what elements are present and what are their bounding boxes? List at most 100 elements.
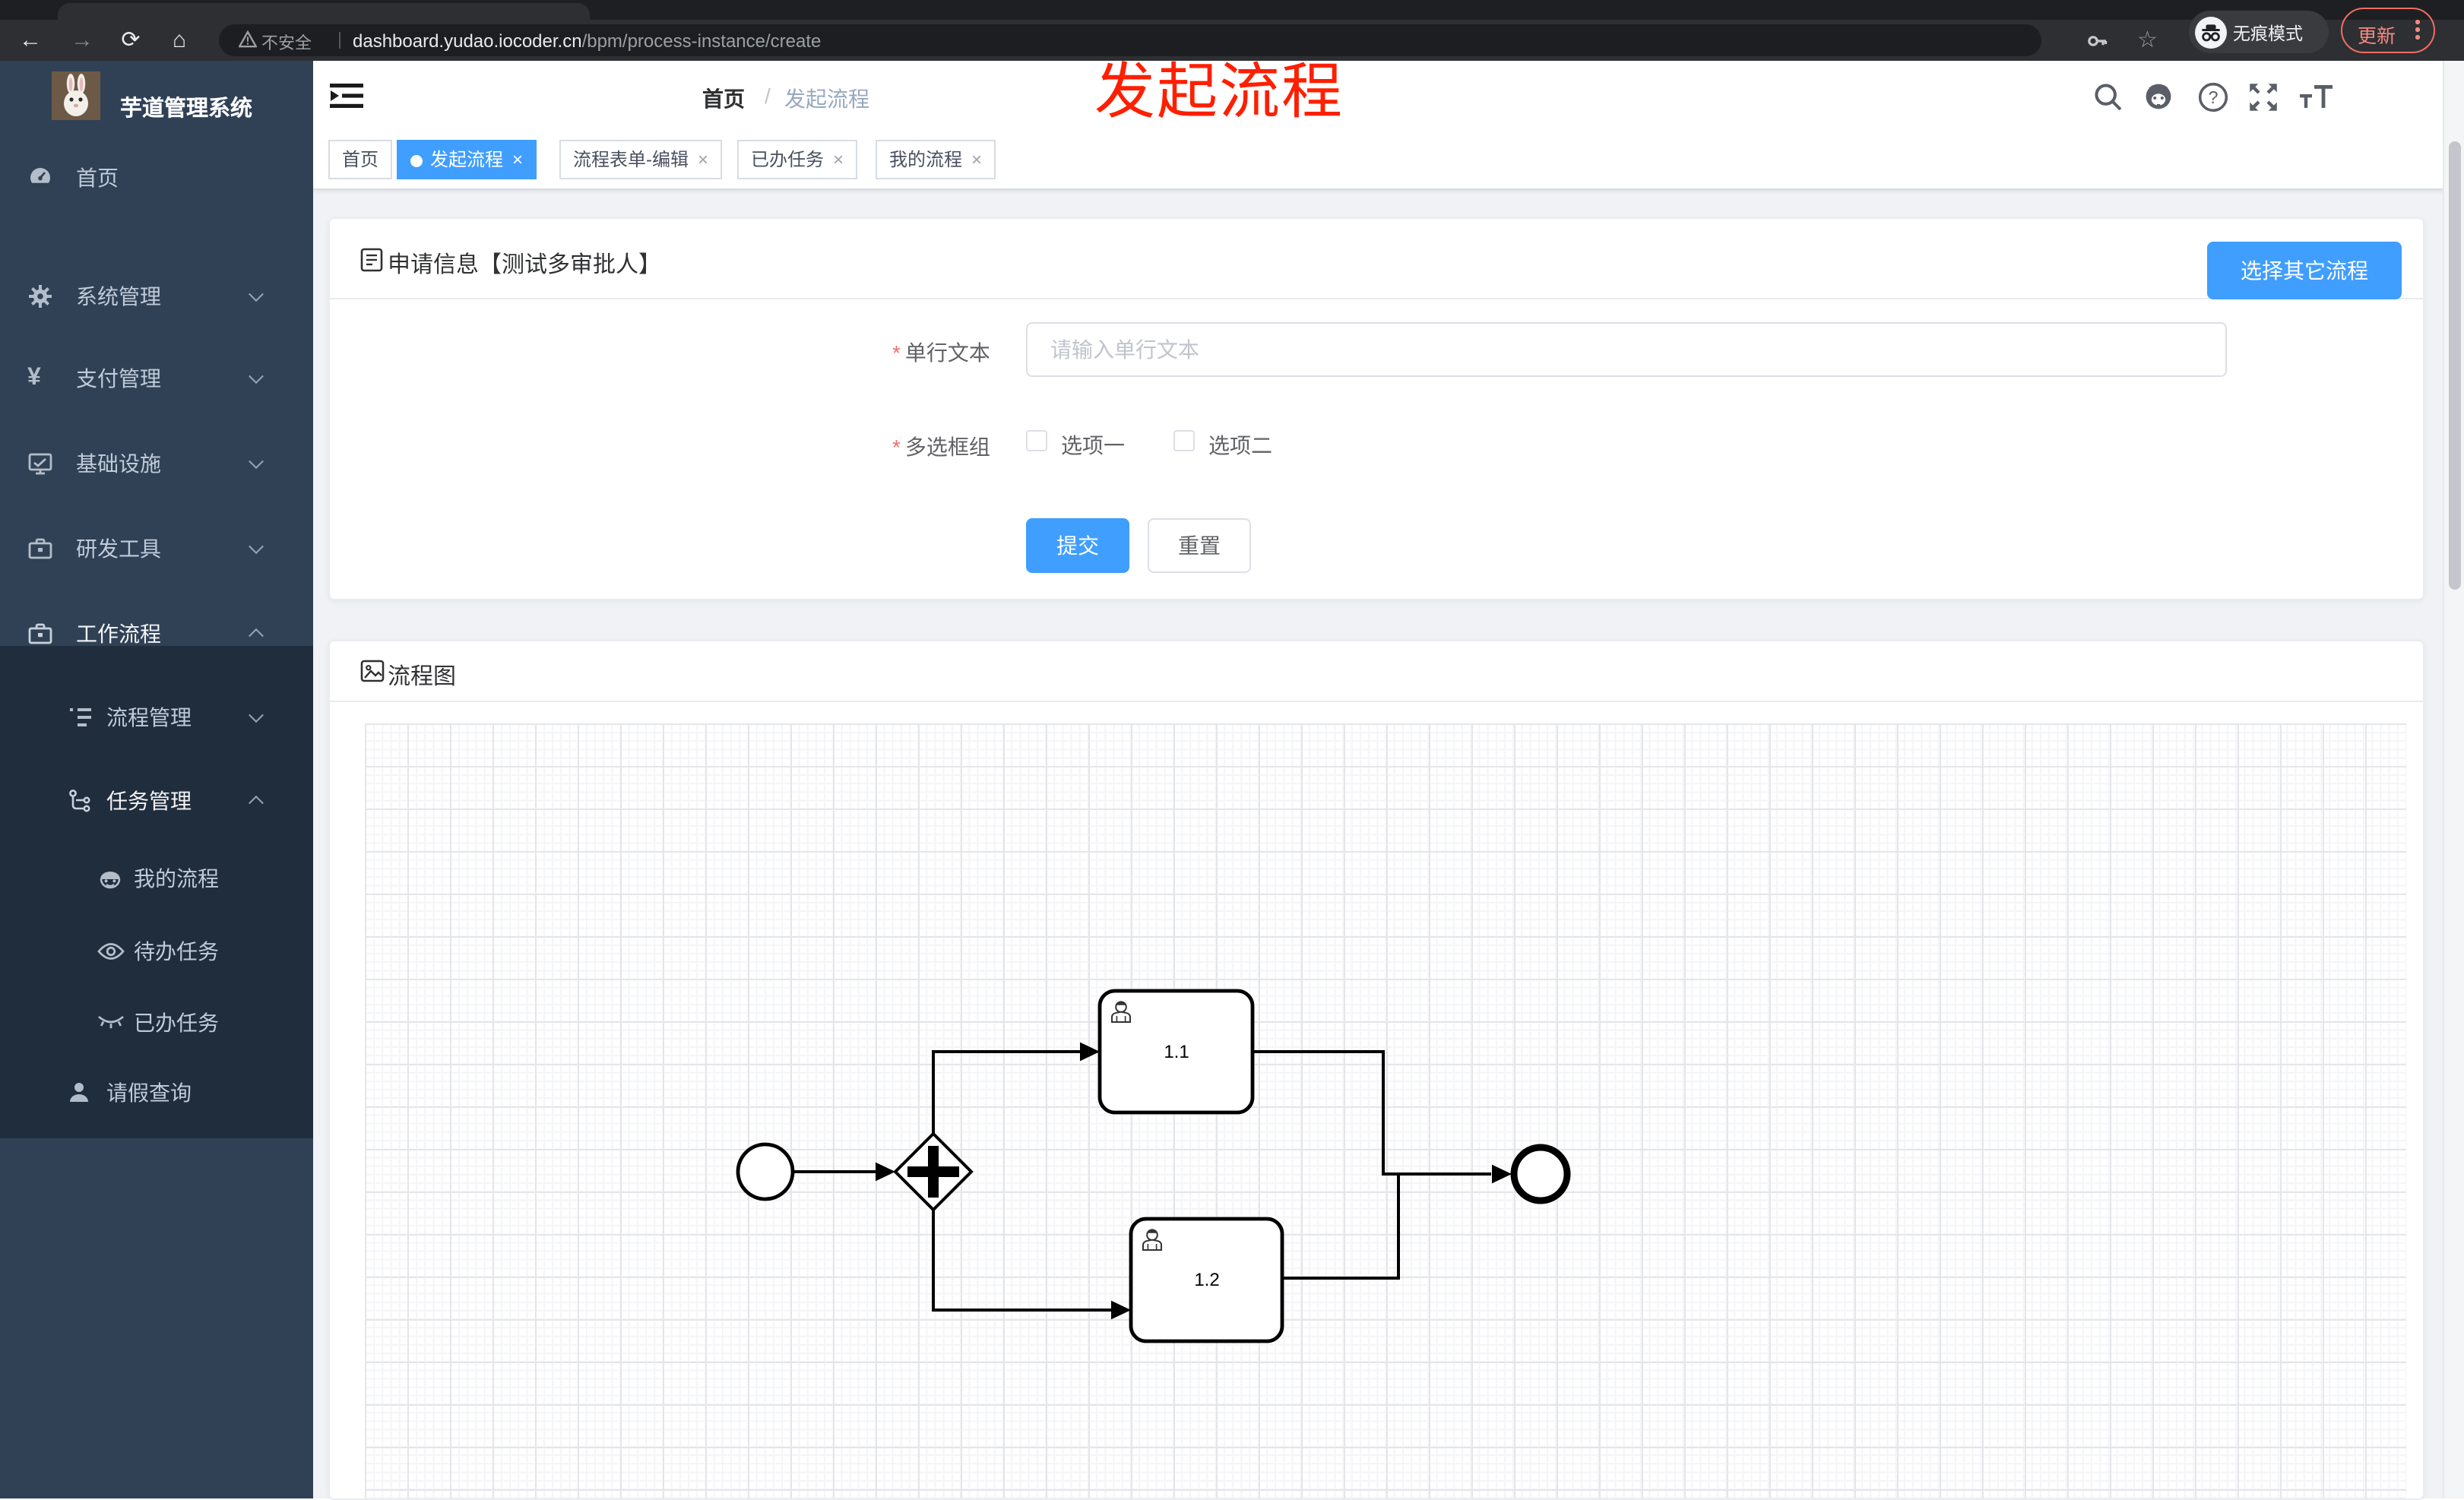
tag-done-tasks[interactable]: 已办任务 × <box>737 140 858 179</box>
search-icon[interactable] <box>2092 82 2125 112</box>
sidebar-item-payment[interactable]: ¥ 支付管理 <box>0 348 313 409</box>
chevron-down-icon <box>249 707 264 723</box>
browser-back-button[interactable]: ← <box>12 20 49 61</box>
tag-my-process[interactable]: 我的流程 × <box>876 140 996 179</box>
screen: ← → ⟳ ⌂ 不安全 dashboard.yudao.iocoder.cn/b… <box>0 0 2464 1500</box>
url-host: dashboard.yudao.iocoder.cn <box>353 30 582 52</box>
flow-diagram-card: 流程图 1.1 1.2 <box>328 640 2424 1500</box>
checkbox-option-2[interactable] <box>1173 430 1195 451</box>
breadcrumb-home[interactable]: 首页 <box>702 84 745 114</box>
submit-button[interactable]: 提交 <box>1026 518 1129 573</box>
bpmn-parallel-gateway[interactable] <box>893 1131 974 1212</box>
update-label: 更新 <box>2358 26 2396 47</box>
incognito-label: 无痕模式 <box>2233 26 2303 44</box>
bookmark-star-icon[interactable]: ☆ <box>2137 26 2158 53</box>
font-size-icon[interactable] <box>2300 82 2333 112</box>
flow-nodes-icon <box>69 790 90 812</box>
bpmn-user-task-1-1[interactable]: 1.1 <box>1097 989 1255 1115</box>
sidebar-item-home[interactable]: 首页 <box>0 147 313 208</box>
tag-form-edit[interactable]: 流程表单-编辑 × <box>559 140 723 179</box>
tag-home[interactable]: 首页 <box>328 140 393 179</box>
chevron-down-icon <box>249 369 264 384</box>
chevron-down-icon <box>249 286 264 302</box>
single-line-text-input[interactable] <box>1026 322 2227 377</box>
breadcrumb-separator: / <box>765 84 771 108</box>
checkbox-option-2-label[interactable]: 选项二 <box>1208 430 1272 460</box>
url-separator <box>339 32 340 49</box>
apply-info-card: 申请信息【测试多审批人】 选择其它流程 *单行文本 *多选框组 选项一 选项二 … <box>328 217 2424 600</box>
bpmn-end-event[interactable] <box>1510 1144 1571 1204</box>
flow-card-title: 流程图 <box>388 664 457 690</box>
checkbox-option-1-label[interactable]: 选项一 <box>1061 430 1125 460</box>
not-secure-label: 不安全 <box>261 35 312 53</box>
incognito-icon <box>2195 16 2227 48</box>
apply-info-card-header: 申请信息【测试多审批人】 选择其它流程 <box>330 219 2423 299</box>
app-logo <box>52 71 100 120</box>
bpmn-user-task-1-2[interactable]: 1.2 <box>1129 1217 1284 1343</box>
sidebar: 芋道管理系统 首页 系统管理 ¥ 支付管理 基础设施 研发工具 工作流程 流程管… <box>0 61 313 1498</box>
dashboard-icon <box>30 168 50 183</box>
github-icon[interactable] <box>2142 81 2175 111</box>
browser-update-button[interactable]: 更新 <box>2341 8 2435 53</box>
tag-start-process[interactable]: 发起流程 × <box>397 140 537 179</box>
list-tree-icon <box>70 708 91 726</box>
url-path: /bpm/process-instance/create <box>581 30 822 52</box>
flow-card-header: 流程图 <box>330 641 2423 702</box>
scrollbar-thumb[interactable] <box>2448 141 2460 590</box>
incognito-badge: 无痕模式 <box>2189 11 2329 53</box>
picture-icon <box>360 660 385 682</box>
toolbox-icon <box>28 538 52 559</box>
sidebar-item-todo-tasks[interactable]: 待办任务 <box>0 921 313 982</box>
browser-reload-button[interactable]: ⟳ <box>112 20 149 61</box>
close-icon[interactable]: × <box>512 150 523 169</box>
sidebar-item-workflow[interactable]: 工作流程 <box>0 603 313 664</box>
face-icon <box>100 872 121 889</box>
gear-icon <box>29 285 52 308</box>
sidebar-item-infrastructure[interactable]: 基础设施 <box>0 433 313 494</box>
sidebar-item-leave-query[interactable]: 请假查询 <box>0 1062 313 1123</box>
sidebar-item-my-process[interactable]: 我的流程 <box>0 848 313 909</box>
sidebar-item-system[interactable]: 系统管理 <box>0 266 313 327</box>
field-label-checkbox-group: * 多选框组 <box>892 435 990 459</box>
browser-tab[interactable] <box>58 3 590 21</box>
bpmn-start-event[interactable] <box>736 1142 795 1201</box>
monitor-icon <box>28 453 52 475</box>
sidebar-item-process-management[interactable]: 流程管理 <box>0 687 313 748</box>
checkbox-option-1[interactable] <box>1026 430 1047 451</box>
page-scrollbar[interactable] <box>2443 61 2464 1498</box>
yen-icon: ¥ <box>27 365 41 391</box>
browser-home-button[interactable]: ⌂ <box>161 20 198 61</box>
app-logo-row[interactable]: 芋道管理系统 <box>0 61 313 146</box>
chevron-down-icon <box>249 454 264 470</box>
eye-closed-icon <box>98 1015 124 1029</box>
svg-text:?: ? <box>2209 87 2219 107</box>
chevron-up-icon <box>249 795 264 811</box>
user-icon <box>70 1083 88 1102</box>
key-icon[interactable] <box>2087 30 2108 52</box>
annotation-title: 发起流程 <box>1094 59 1344 126</box>
sidebar-item-dev-tools[interactable]: 研发工具 <box>0 518 313 579</box>
svg-text:1.2: 1.2 <box>1194 1270 1219 1290</box>
tags-view-bar: 首页 发起流程 × 流程表单-编辑 × 已办任务 × 我的流程 × <box>313 129 2464 190</box>
choose-other-process-button[interactable]: 选择其它流程 <box>2207 242 2402 299</box>
browser-forward-button[interactable]: → <box>64 20 100 61</box>
sidebar-item-done-tasks[interactable]: 已办任务 <box>0 992 313 1053</box>
bpmn-canvas[interactable]: 1.1 1.2 <box>365 723 2406 1498</box>
svg-text:1.1: 1.1 <box>1164 1042 1189 1062</box>
close-icon[interactable]: × <box>971 150 982 169</box>
document-icon <box>360 248 383 272</box>
browser-menu-icon[interactable] <box>2415 20 2420 43</box>
not-secure-warning-icon <box>239 30 257 48</box>
active-dot <box>410 154 423 167</box>
reset-button[interactable]: 重置 <box>1148 518 1251 573</box>
sidebar-fold-icon[interactable] <box>330 81 363 111</box>
breadcrumb-current: 发起流程 <box>784 87 869 111</box>
field-label-text: * 单行文本 <box>892 340 990 365</box>
fullscreen-icon[interactable] <box>2247 82 2280 112</box>
sidebar-item-task-management[interactable]: 任务管理 <box>0 771 313 831</box>
help-icon[interactable]: ? <box>2196 82 2230 112</box>
close-icon[interactable]: × <box>833 150 844 169</box>
close-icon[interactable]: × <box>698 150 708 169</box>
app-title: 芋道管理系统 <box>120 97 252 122</box>
page-header: 首页 / 发起流程 ? <box>313 61 2464 129</box>
